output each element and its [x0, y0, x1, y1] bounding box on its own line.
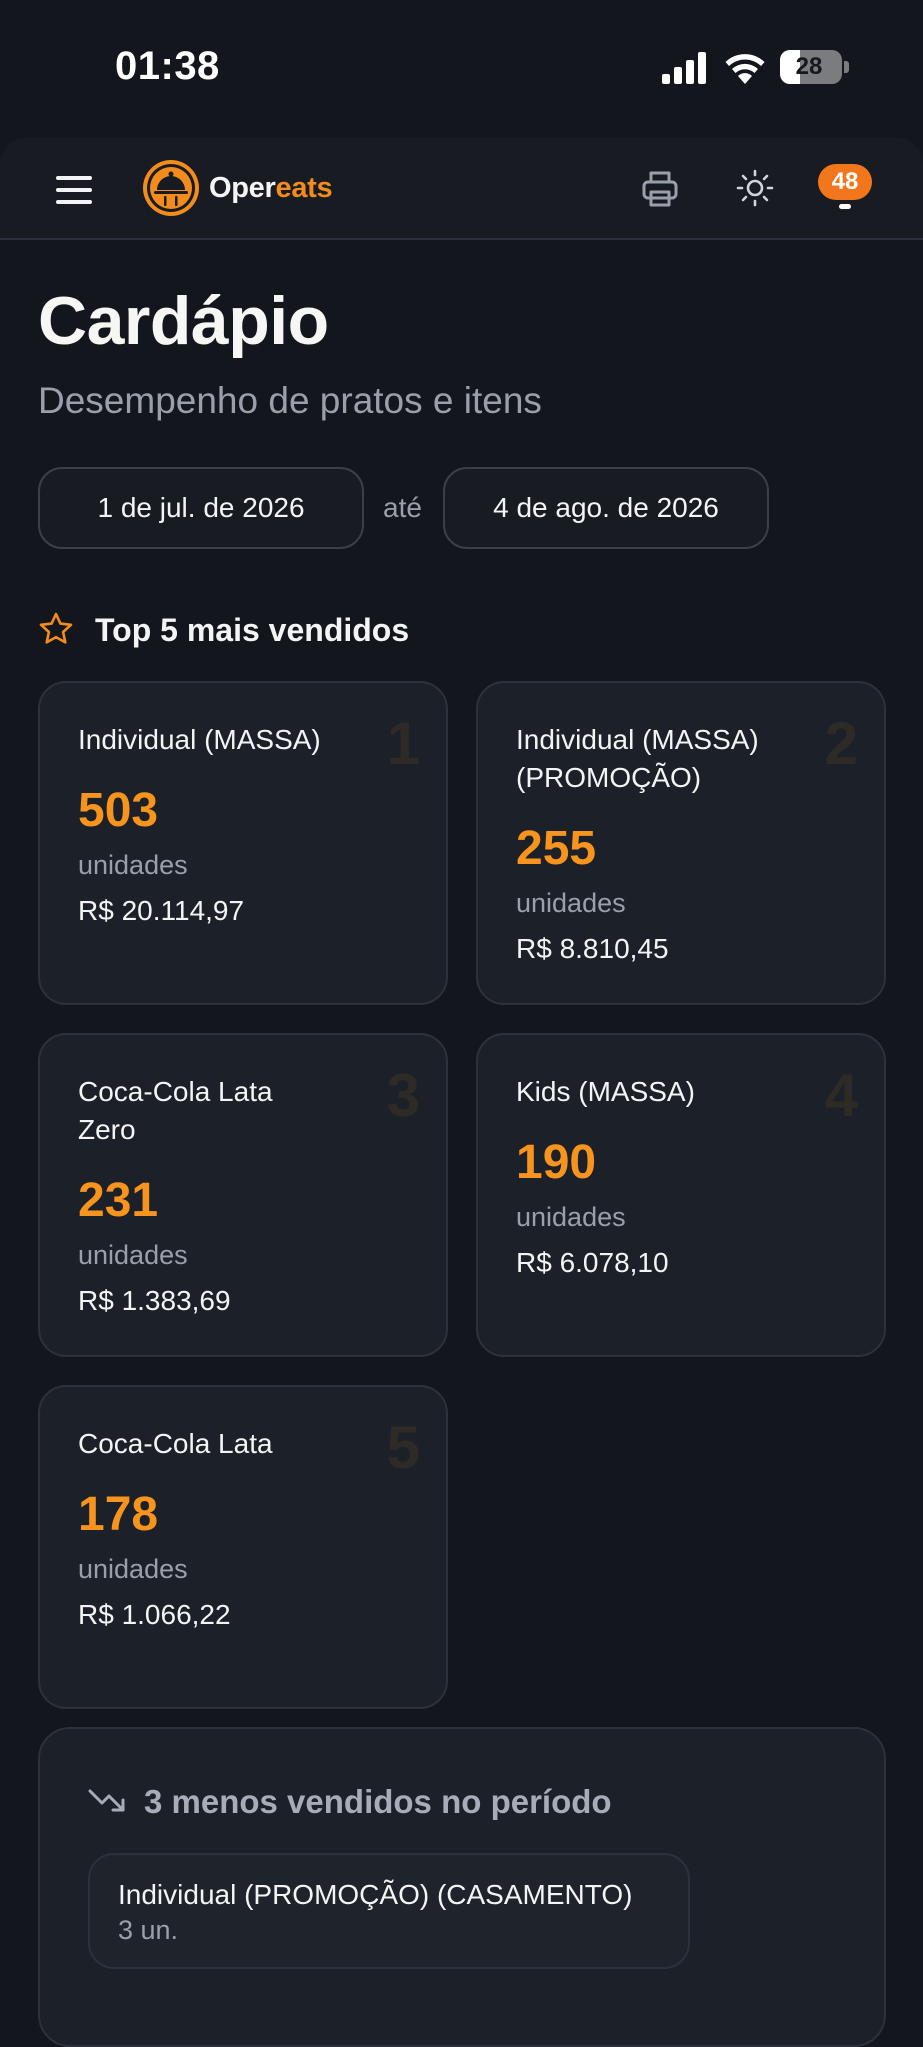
item-name: Individual (PROMOÇÃO) (CASAMENTO): [118, 1879, 633, 1910]
item-unit: unidades: [78, 1240, 188, 1270]
top-item-card[interactable]: 2 Individual (MASSA) (PROMOÇÃO) 255 unid…: [476, 681, 886, 1005]
item-revenue: R$ 1.383,69: [78, 1285, 231, 1316]
item-quantity: 178: [78, 1488, 159, 1541]
item-unit: unidades: [78, 850, 188, 880]
brand-name-part2: eats: [275, 172, 333, 204]
notification-badge: 48: [818, 164, 872, 200]
least-sold-panel: 3 menos vendidos no período Individual (…: [38, 1727, 886, 2047]
item-rank: 1: [386, 710, 420, 777]
top-item-card[interactable]: 5 Coca-Cola Lata 178 unidades R$ 1.066,2…: [38, 1385, 448, 1709]
top-item-card[interactable]: 4 Kids (MASSA) 190 unidades R$ 6.078,10: [476, 1033, 886, 1357]
battery-icon: 28: [780, 50, 849, 84]
menu-icon[interactable]: [54, 174, 94, 206]
status-time: 01:38: [115, 44, 220, 88]
top-item-card[interactable]: 1 Individual (MASSA) 503 unidades R$ 20.…: [38, 681, 448, 1005]
logo-icon[interactable]: [140, 157, 202, 219]
item-revenue: R$ 20.114,97: [78, 895, 245, 926]
item-rank: 3: [386, 1062, 420, 1129]
status-bar: 01:38 28: [0, 0, 923, 138]
page-subtitle: Desempenho de pratos e itens: [38, 380, 542, 421]
item-unit: unidades: [516, 1202, 626, 1232]
sun-icon[interactable]: [735, 168, 775, 208]
date-separator: até: [383, 492, 422, 523]
trending-down-icon: [88, 1789, 125, 1812]
page-title: Cardápio: [38, 283, 329, 359]
battery-level: 28: [795, 53, 823, 80]
item-quantity: 3 un.: [118, 1915, 179, 1945]
item-name: Coca-Cola Lata: [78, 1428, 273, 1459]
item-revenue: R$ 1.066,22: [78, 1599, 231, 1630]
wifi-icon: [725, 54, 765, 84]
item-rank: 4: [824, 1062, 858, 1129]
item-name: Individual (MASSA) (PROMOÇÃO): [516, 724, 759, 793]
item-name: Kids (MASSA): [516, 1076, 695, 1107]
item-quantity: 255: [516, 822, 597, 875]
end-date-button[interactable]: 4 de ago. de 2026: [443, 467, 769, 549]
signal-icon: [662, 52, 706, 84]
printer-icon[interactable]: [640, 169, 680, 209]
item-name: Coca-Cola Lata Zero: [78, 1076, 273, 1145]
bell-icon[interactable]: 48: [818, 164, 874, 220]
item-revenue: R$ 6.078,10: [516, 1247, 669, 1278]
star-icon: [39, 612, 73, 644]
item-revenue: R$ 8.810,45: [516, 933, 669, 964]
top-sellers-title: Top 5 mais vendidos: [95, 612, 410, 648]
app-header: Opereats 48: [0, 138, 923, 240]
brand-name-part1: Oper: [209, 172, 276, 204]
item-quantity: 503: [78, 784, 159, 837]
least-sold-item[interactable]: Individual (PROMOÇÃO) (CASAMENTO) 3 un.: [88, 1853, 690, 1969]
least-sold-title: 3 menos vendidos no período: [144, 1783, 612, 1820]
item-rank: 5: [386, 1414, 420, 1481]
item-quantity: 190: [516, 1136, 597, 1189]
top-item-card[interactable]: 3 Coca-Cola Lata Zero 231 unidades R$ 1.…: [38, 1033, 448, 1357]
start-date-button[interactable]: 1 de jul. de 2026: [38, 467, 364, 549]
brand-name: Opereats: [209, 172, 333, 205]
item-unit: unidades: [516, 888, 626, 918]
item-quantity: 231: [78, 1174, 159, 1227]
item-name: Individual (MASSA): [78, 724, 321, 755]
item-unit: unidades: [78, 1554, 188, 1584]
item-rank: 2: [824, 710, 858, 777]
